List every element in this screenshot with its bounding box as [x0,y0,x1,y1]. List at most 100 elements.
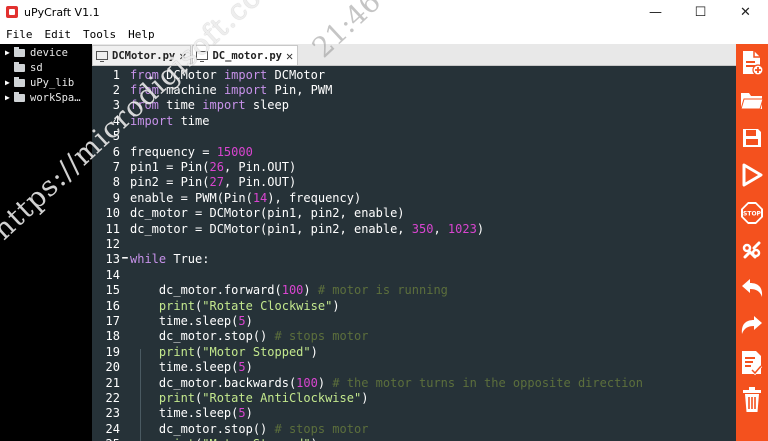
code-line[interactable]: 1 from DCMotor import DCMotor [92,67,736,82]
code-line[interactable]: 15 dc_motor.forward(100) # motor is runn… [92,283,736,298]
open-file-button[interactable] [736,82,768,120]
code-line[interactable]: 3 from time import sleep [92,98,736,113]
code-line[interactable]: 6 frequency = 15000 [92,144,736,159]
code-editor[interactable]: 1 from DCMotor import DCMotor 2 from machin… [92,66,736,441]
code-token: pin2 = Pin( [130,175,210,190]
menu-file[interactable]: File [6,28,33,41]
code-token: time.sleep( [130,314,239,329]
code-line[interactable]: 4 import time [92,113,736,128]
menu-help[interactable]: Help [128,28,155,41]
code-line[interactable]: 18 dc_motor.stop() # stops motor [92,329,736,344]
maximize-button[interactable]: ☐ [678,0,723,24]
code-line[interactable]: 17 time.sleep(5) [92,313,736,328]
tree-item-sd[interactable]: sd [0,60,92,75]
menu-edit[interactable]: Edit [45,28,72,41]
code-token: 350 [411,221,434,236]
tree-item-workspace[interactable]: ▶ workSpa… [0,90,92,105]
code-line[interactable]: 7 pin1 = Pin(26, Pin.OUT) [92,159,736,174]
code-token: 1023 [447,221,477,236]
expand-arrow-icon[interactable]: ▶ [0,78,14,87]
syntax-check-button[interactable] [736,344,768,382]
code-token: ) [311,437,318,441]
code-line[interactable]: 21 dc_motor.backwards(100) # the motor t… [92,375,736,390]
code-token: frequency = [130,144,217,159]
file-tree: ▶ device sd ▶ uPy_lib ▶ workSpa… [0,44,92,441]
undo-button[interactable] [736,269,768,307]
code-line[interactable]: 16 print("Rotate Clockwise") [92,298,736,313]
code-line[interactable]: 14 [92,267,736,282]
line-number: 22 [105,391,120,406]
svg-text:STOP: STOP [743,210,762,217]
tree-item-upy-lib[interactable]: ▶ uPy_lib [0,75,92,90]
line-number: 10 [105,206,120,221]
tree-item-label: uPy_lib [30,76,75,89]
line-number: 12 [105,237,120,252]
menu-bar: File Edit Tools Help [0,24,768,44]
code-line[interactable]: 22 print("Rotate AntiClockwise") [92,390,736,405]
code-line[interactable]: 25 print("Motor Stopped") [92,437,736,441]
code-line[interactable]: 12 [92,236,736,251]
editor-tab-bar: DCMotor.py ✕ DC_motor.py ✕ [92,44,736,66]
syntax-check-icon [742,350,763,375]
code-token: while [130,252,167,267]
connect-button[interactable] [736,232,768,270]
title-bar: uPyCraft V1.1 — ☐ ✕ [0,0,768,24]
save-button[interactable] [736,119,768,157]
code-token: ) [476,221,485,236]
tab-dc-motor[interactable]: DC_motor.py ✕ [192,45,299,65]
code-token: , Pin.OUT) [223,160,297,175]
expand-arrow-icon[interactable]: ▶ [0,93,14,102]
code-token: ( [195,437,202,441]
code-line[interactable]: 19 print("Motor Stopped") [92,344,736,359]
code-token: print [130,344,196,359]
code-token: "Motor Stopped" [202,437,310,441]
code-token: , [433,221,448,236]
tab-close-icon[interactable]: ✕ [179,49,186,63]
code-line[interactable]: 24 dc_motor.stop() # stops motor [92,421,736,436]
code-line[interactable]: 13 ━ while True: [92,252,736,267]
line-number: 24 [105,421,120,436]
code-token: True: [166,252,210,267]
close-button[interactable]: ✕ [723,0,768,24]
code-line[interactable]: 23 time.sleep(5) [92,406,736,421]
stop-button[interactable]: STOP [736,194,768,232]
code-token: print [130,391,196,406]
minimize-button[interactable]: — [633,0,678,24]
code-token: time [173,113,210,128]
code-token: DCMotor [267,67,326,82]
code-token: sleep [245,98,289,113]
line-number: 1 [112,67,120,82]
line-number: 3 [112,98,120,113]
code-line[interactable]: 11 dc_motor = DCMotor(pin1, pin2, enable,… [92,221,736,236]
window-controls: — ☐ ✕ [633,0,768,24]
code-line[interactable]: 10 dc_motor = DCMotor(pin1, pin2, enable) [92,206,736,221]
code-line[interactable]: 20 time.sleep(5) [92,360,736,375]
tab-close-icon[interactable]: ✕ [286,49,293,63]
fold-toggle-icon[interactable]: ━ [120,254,130,264]
code-token: import [202,98,246,113]
code-token: "Rotate Clockwise" [202,298,333,313]
menu-tools[interactable]: Tools [83,28,116,41]
code-line[interactable]: 5 [92,129,736,144]
tree-item-label: device [30,46,68,59]
line-number: 19 [105,344,120,359]
run-button[interactable] [736,157,768,195]
code-line[interactable]: 9 enable = PWM(Pin(14), frequency) [92,190,736,205]
code-line[interactable]: 8 pin2 = Pin(27, Pin.OUT) [92,175,736,190]
code-line[interactable]: 2 from machine import Pin, PWM [92,82,736,97]
code-token: 27 [209,175,224,190]
redo-button[interactable] [736,307,768,345]
code-token: 100 [281,283,304,298]
line-number: 4 [112,113,120,128]
clear-button[interactable] [736,382,768,420]
line-number: 18 [105,329,120,344]
tab-dcmotor[interactable]: DCMotor.py ✕ [92,45,192,65]
code-token: 15000 [216,144,253,159]
code-token: 100 [296,375,318,390]
code-token: print [130,298,196,313]
new-file-button[interactable] [736,44,768,82]
expand-arrow-icon[interactable]: ▶ [0,48,14,57]
tree-item-device[interactable]: ▶ device [0,45,92,60]
file-tab-icon [196,51,209,62]
code-token: 5 [238,406,246,421]
